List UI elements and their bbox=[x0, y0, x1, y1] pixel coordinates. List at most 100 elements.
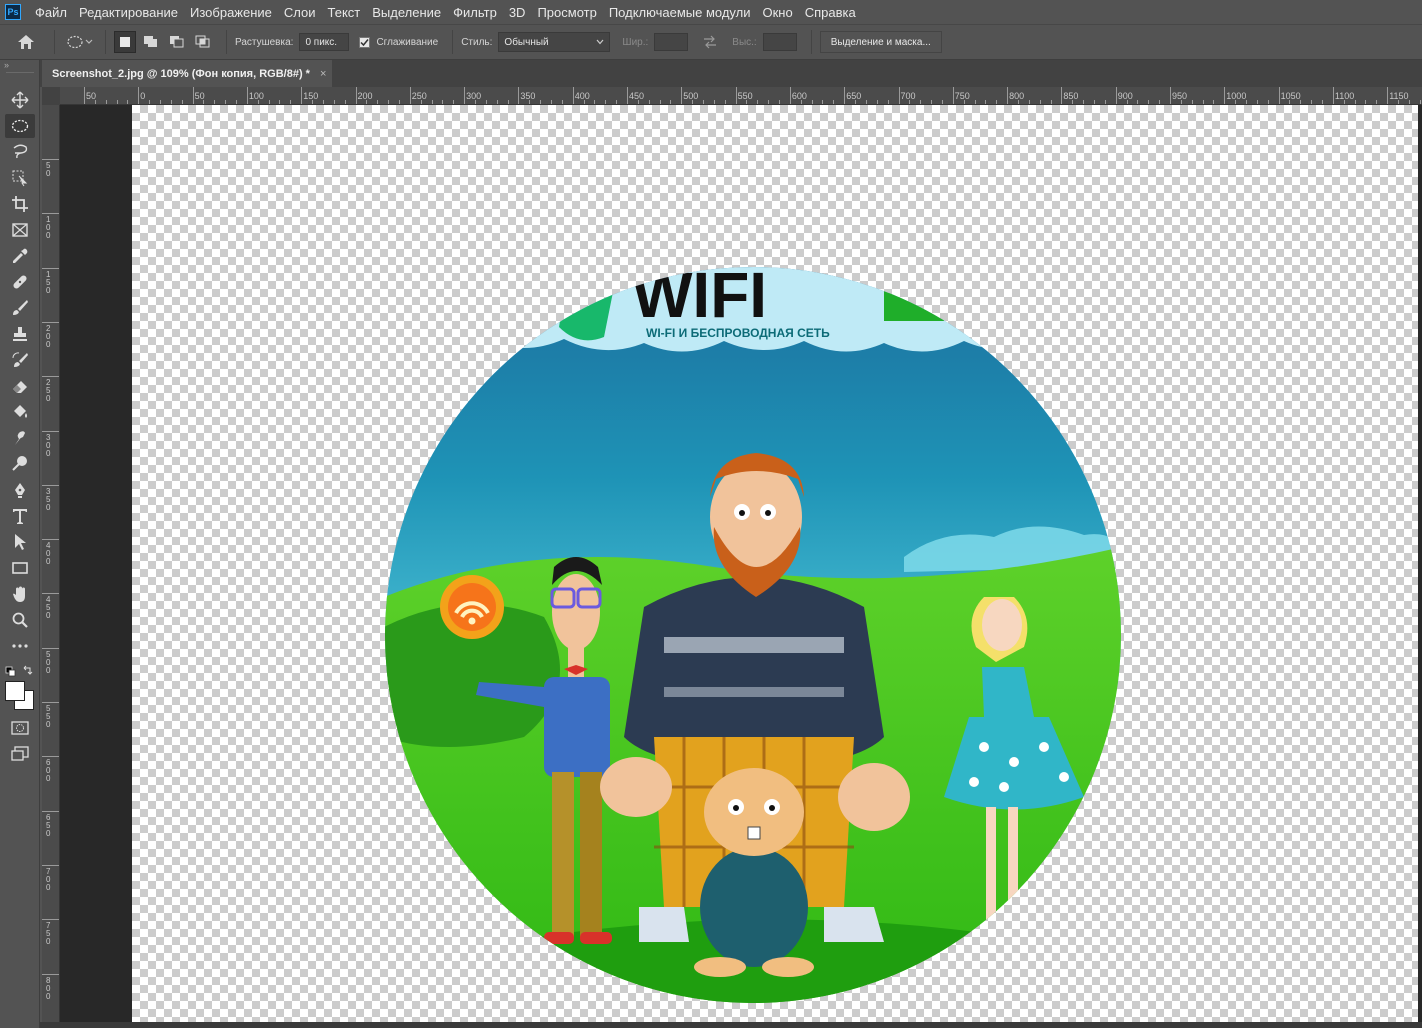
document-canvas[interactable]: WIFI WI-FI И БЕСПРОВОДНАЯ СЕТЬ bbox=[132, 105, 1418, 1023]
menu-edit[interactable]: Редактирование bbox=[73, 5, 184, 20]
ruler-tick bbox=[42, 484, 59, 486]
style-select[interactable]: Обычный bbox=[498, 32, 611, 52]
ruler-minor-tick bbox=[1050, 100, 1052, 104]
document-tab[interactable]: Screenshot_2.jpg @ 109% (Фон копия, RGB/… bbox=[42, 60, 332, 87]
more-tools-button[interactable] bbox=[5, 634, 35, 658]
menu-window[interactable]: Окно bbox=[756, 5, 798, 20]
vertical-ruler[interactable]: 50 100 150 200 250 300 350 400 450 500 550 600 650 70… bbox=[42, 105, 60, 1028]
add-selection-icon bbox=[144, 36, 157, 47]
divider bbox=[810, 30, 812, 54]
antialias-checkbox[interactable]: Сглаживание bbox=[359, 36, 444, 48]
ruler-minor-tick bbox=[561, 100, 563, 104]
ruler-minor-tick bbox=[811, 100, 813, 104]
zoom-tool[interactable] bbox=[5, 608, 35, 632]
type-tool[interactable] bbox=[5, 504, 35, 528]
ruler-minor-tick bbox=[724, 100, 726, 104]
menu-plugins[interactable]: Подключаемые модули bbox=[603, 5, 757, 20]
path-selection-tool[interactable] bbox=[5, 530, 35, 554]
ruler-label: 300 bbox=[46, 432, 51, 458]
eraser-tool[interactable] bbox=[5, 374, 35, 398]
eyedropper-tool[interactable] bbox=[5, 244, 35, 268]
quick-mask-icon bbox=[11, 721, 29, 735]
menu-filter[interactable]: Фильтр bbox=[447, 5, 503, 20]
ruler-tick bbox=[192, 87, 194, 104]
ruler-tick bbox=[518, 87, 520, 104]
ruler-minor-tick bbox=[116, 100, 118, 104]
close-tab-icon[interactable]: × bbox=[320, 68, 326, 80]
home-button[interactable] bbox=[6, 27, 46, 57]
ellipse-preset-icon bbox=[67, 35, 93, 49]
hand-tool[interactable] bbox=[5, 582, 35, 606]
pen-tool[interactable] bbox=[5, 478, 35, 502]
screen-mode-button[interactable] bbox=[5, 742, 35, 766]
ellipse-marquee-icon bbox=[11, 119, 29, 133]
ruler-tick bbox=[42, 267, 59, 269]
ruler-origin[interactable] bbox=[42, 87, 60, 105]
object-selection-tool[interactable] bbox=[5, 166, 35, 190]
height-input[interactable] bbox=[762, 33, 797, 51]
history-brush-tool[interactable] bbox=[5, 348, 35, 372]
smudge-tool[interactable] bbox=[5, 426, 35, 450]
panel-collapse-icon[interactable]: » bbox=[4, 60, 9, 70]
eraser-icon bbox=[13, 381, 27, 393]
history-brush-icon bbox=[12, 352, 28, 367]
canvas-workspace[interactable]: WIFI WI-FI И БЕСПРОВОДНАЯ СЕТЬ bbox=[60, 105, 1422, 1028]
rectangle-tool[interactable] bbox=[5, 556, 35, 580]
move-tool[interactable] bbox=[5, 88, 35, 112]
panel-grip bbox=[6, 72, 34, 73]
healing-brush-tool[interactable] bbox=[5, 270, 35, 294]
menu-image[interactable]: Изображение bbox=[184, 5, 278, 20]
ruler-minor-tick bbox=[1354, 100, 1356, 104]
menu-type[interactable]: Текст bbox=[322, 5, 367, 20]
ruler-minor-tick bbox=[507, 100, 509, 104]
wifi-sun-icon bbox=[440, 575, 504, 639]
subtract-from-selection-button[interactable] bbox=[166, 31, 188, 53]
intersect-selection-button[interactable] bbox=[192, 31, 214, 53]
tool-preset-picker[interactable] bbox=[63, 30, 97, 54]
ruler-minor-tick bbox=[453, 100, 455, 104]
ruler-minor-tick bbox=[920, 100, 922, 104]
menu-layers[interactable]: Слои bbox=[278, 5, 322, 20]
dodge-tool[interactable] bbox=[5, 452, 35, 476]
ruler-tick bbox=[572, 87, 574, 104]
ruler-label: 750 bbox=[954, 91, 970, 101]
crop-tool[interactable] bbox=[5, 192, 35, 216]
frame-icon bbox=[12, 223, 28, 237]
lasso-tool[interactable] bbox=[5, 140, 35, 164]
ruler-tick bbox=[627, 87, 628, 104]
document-tab-bar: Screenshot_2.jpg @ 109% (Фон копия, RGB/… bbox=[40, 60, 1422, 87]
clone-stamp-tool[interactable] bbox=[5, 322, 35, 346]
width-input[interactable] bbox=[654, 33, 689, 51]
menu-view[interactable]: Просмотр bbox=[531, 5, 602, 20]
horizontal-ruler[interactable]: 50 0 50 100 150 200 250 300 350 400 450 500 550 600 65… bbox=[60, 87, 1422, 105]
select-and-mask-button[interactable]: Выделение и маска... bbox=[819, 31, 942, 53]
divider bbox=[54, 30, 55, 54]
ruler-label: 250 bbox=[411, 91, 427, 101]
elliptical-marquee-tool[interactable] bbox=[5, 114, 35, 138]
swap-dimensions-icon[interactable] bbox=[702, 35, 718, 49]
menu-file[interactable]: Файл bbox=[29, 5, 73, 20]
default-colors-icon[interactable] bbox=[5, 665, 35, 677]
feather-input[interactable] bbox=[299, 33, 350, 51]
new-selection-button[interactable] bbox=[114, 31, 136, 53]
ruler-minor-tick bbox=[105, 100, 107, 104]
ruler-tick bbox=[1224, 87, 1226, 104]
ruler-minor-tick bbox=[344, 100, 346, 104]
brush-tool[interactable] bbox=[5, 296, 35, 320]
paint-bucket-tool[interactable] bbox=[5, 400, 35, 424]
logo-subtitle: WI-FI И БЕСПРОВОДНАЯ СЕТЬ bbox=[646, 326, 830, 340]
foreground-color-swatch[interactable] bbox=[5, 681, 25, 701]
horizontal-scrollbar[interactable] bbox=[40, 1022, 1422, 1028]
add-to-selection-button[interactable] bbox=[140, 31, 162, 53]
quick-mask-button[interactable] bbox=[5, 716, 35, 740]
ruler-minor-tick bbox=[670, 100, 672, 104]
ruler-label: 50 bbox=[194, 91, 205, 101]
menu-3d[interactable]: 3D bbox=[503, 5, 532, 20]
menu-help[interactable]: Справка bbox=[799, 5, 862, 20]
menu-select[interactable]: Выделение bbox=[366, 5, 447, 20]
frame-tool[interactable] bbox=[5, 218, 35, 242]
ruler-label: 800 bbox=[46, 975, 51, 1001]
ruler-tick bbox=[464, 87, 466, 104]
ruler-minor-tick bbox=[485, 100, 487, 104]
ruler-label: 200 bbox=[357, 91, 373, 101]
